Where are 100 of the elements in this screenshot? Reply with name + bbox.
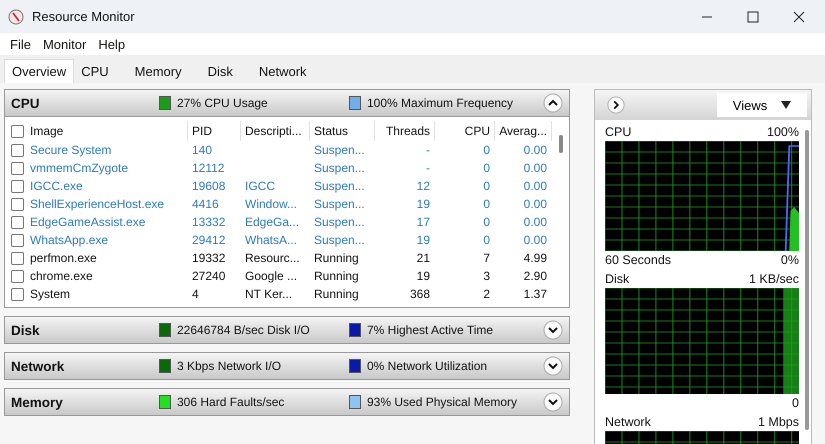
metric-label: 3 Kbps Network I/O bbox=[177, 359, 282, 373]
table-cell: Running bbox=[314, 269, 359, 283]
table-cell: 0.00 bbox=[524, 215, 547, 229]
tab[interactable]: Disk bbox=[200, 60, 240, 83]
graph-title: Network bbox=[605, 415, 651, 429]
section-header[interactable]: CPU 27% CPU Usage 100% Maximum Frequency bbox=[4, 89, 570, 117]
checkbox[interactable] bbox=[11, 252, 24, 264]
checkbox[interactable] bbox=[11, 198, 24, 210]
tab[interactable]: Overview bbox=[4, 59, 74, 83]
graph-scale: 1 Mbps bbox=[758, 415, 799, 429]
table-cell: 0 bbox=[483, 179, 490, 193]
table-cell: Resourc... bbox=[245, 251, 300, 265]
metric-label: 22646784 B/sec Disk I/O bbox=[177, 323, 310, 337]
column-header[interactable]: PID bbox=[188, 121, 241, 141]
graph-scale: 0 bbox=[792, 396, 799, 410]
menu-item[interactable]: Monitor bbox=[36, 36, 92, 52]
window-title: Resource Monitor bbox=[32, 9, 135, 24]
tab[interactable]: Network bbox=[252, 60, 314, 83]
expand-icon[interactable] bbox=[543, 320, 563, 340]
close-icon[interactable] bbox=[793, 10, 805, 22]
checkbox[interactable] bbox=[11, 288, 24, 300]
table-cell: 0.00 bbox=[524, 233, 547, 247]
menu-item[interactable]: Help bbox=[92, 36, 132, 52]
metric-label: 0% Network Utilization bbox=[367, 359, 488, 373]
column-header[interactable]: Descripti... bbox=[241, 121, 310, 141]
table-cell: 0 bbox=[483, 143, 490, 157]
table-cell: IGCC bbox=[245, 179, 275, 193]
table-cell: 368 bbox=[410, 287, 430, 301]
maximize-icon[interactable] bbox=[747, 10, 759, 22]
column-header[interactable]: CPU bbox=[435, 121, 495, 141]
checkbox[interactable] bbox=[11, 144, 24, 156]
arrow-right-icon[interactable] bbox=[607, 96, 625, 114]
table-cell: ShellExperienceHost.exe bbox=[30, 197, 164, 211]
tab[interactable]: Memory bbox=[128, 60, 189, 83]
table-cell: Secure System bbox=[30, 143, 112, 157]
section-title: Disk bbox=[11, 322, 41, 338]
table-cell: 1.37 bbox=[524, 287, 547, 301]
table-cell: - bbox=[426, 161, 430, 175]
table-cell: 3 bbox=[483, 269, 490, 283]
tab[interactable]: CPU bbox=[74, 60, 116, 83]
table-cell: 0.00 bbox=[524, 197, 547, 211]
section-header[interactable]: Memory 306 Hard Faults/sec 93% Used Physical Memory bbox=[4, 388, 570, 416]
table-cell: vmmemCmZygote bbox=[30, 161, 128, 175]
table-cell: Suspen... bbox=[314, 233, 365, 247]
section-title: CPU bbox=[11, 96, 41, 110]
column-header[interactable]: Image bbox=[30, 121, 64, 141]
table-cell: 29412 bbox=[192, 233, 226, 247]
table-cell: 12 bbox=[416, 179, 430, 193]
table-cell: 0 bbox=[483, 233, 490, 247]
table-cell: WhatsApp.exe bbox=[30, 233, 108, 247]
section-title: Memory bbox=[11, 394, 64, 410]
column-header[interactable]: Averag... bbox=[495, 121, 552, 141]
checkbox[interactable] bbox=[11, 216, 24, 228]
table-cell: 19 bbox=[416, 233, 430, 247]
checkbox[interactable] bbox=[11, 124, 24, 138]
checkbox[interactable] bbox=[11, 162, 24, 174]
graph-scale: 0% bbox=[780, 253, 799, 267]
dropdown-arrow-icon bbox=[781, 101, 792, 109]
table-cell: 27240 bbox=[192, 269, 226, 283]
table-cell: Suspen... bbox=[314, 143, 365, 157]
table-cell: 0 bbox=[483, 197, 490, 211]
table-cell: 0 bbox=[483, 161, 490, 175]
table-cell: EdgeGameAssist.exe bbox=[30, 215, 146, 229]
collapse-icon[interactable] bbox=[543, 93, 563, 113]
app-icon bbox=[8, 8, 24, 24]
table-cell: 4 bbox=[192, 287, 199, 301]
checkbox[interactable] bbox=[11, 180, 24, 192]
table-cell: 4416 bbox=[192, 197, 219, 211]
table-cell: 19 bbox=[416, 269, 430, 283]
column-header[interactable]: Status bbox=[310, 121, 375, 141]
menu-item[interactable]: File bbox=[4, 36, 37, 52]
table-cell: WhatsA... bbox=[245, 233, 298, 247]
table-cell: Suspen... bbox=[314, 161, 365, 175]
table-cell: NT Ker... bbox=[245, 287, 292, 301]
section-header[interactable]: Network 3 Kbps Network I/O 0% Network Utilization bbox=[4, 352, 570, 380]
section-title: Network bbox=[11, 358, 66, 374]
table-cell: Running bbox=[314, 251, 359, 265]
graph-scale: 100% bbox=[767, 125, 799, 139]
section-header[interactable]: Disk 22646784 B/sec Disk I/O 7% Highest Active Time bbox=[4, 316, 570, 344]
table-cell: - bbox=[426, 143, 430, 157]
metric-label: 306 Hard Faults/sec bbox=[177, 395, 284, 409]
scrollbar[interactable] bbox=[805, 130, 809, 430]
table-cell: 4.99 bbox=[524, 251, 547, 265]
checkbox[interactable] bbox=[11, 234, 24, 246]
table-cell: 19332 bbox=[192, 251, 226, 265]
table-cell: perfmon.exe bbox=[30, 251, 97, 265]
table-cell: Suspen... bbox=[314, 197, 365, 211]
table-cell: 7 bbox=[483, 251, 490, 265]
expand-icon[interactable] bbox=[543, 356, 563, 376]
column-header[interactable]: Threads bbox=[375, 121, 435, 141]
time-span-label: 60 Seconds bbox=[605, 253, 672, 267]
scrollbar[interactable] bbox=[559, 135, 563, 153]
metric-label: 27% CPU Usage bbox=[177, 96, 268, 110]
checkbox[interactable] bbox=[11, 270, 24, 282]
views-dropdown[interactable]: Views bbox=[717, 93, 807, 117]
table-cell: 140 bbox=[192, 143, 212, 157]
table-cell: chrome.exe bbox=[30, 269, 93, 283]
expand-icon[interactable] bbox=[543, 392, 563, 412]
table-cell: 19 bbox=[416, 197, 430, 211]
table-cell: 12112 bbox=[192, 161, 224, 175]
